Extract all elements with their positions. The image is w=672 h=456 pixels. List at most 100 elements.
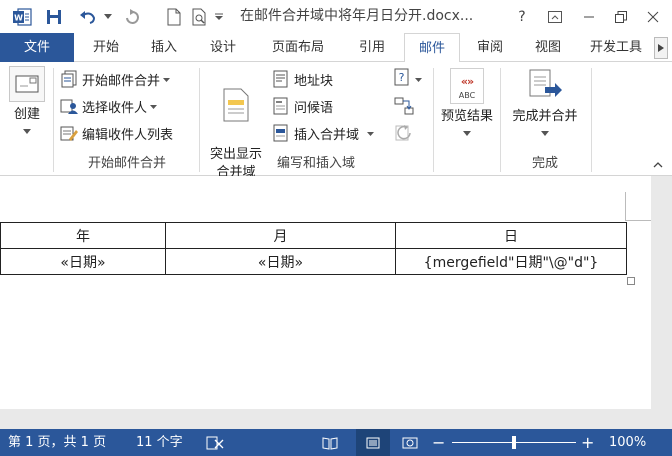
new-document-icon[interactable] xyxy=(162,0,186,33)
merge-field-cell[interactable]: {mergefield"日期"\@"d"} xyxy=(395,248,627,275)
insert-merge-field-button[interactable]: 插入合并域 xyxy=(272,122,375,144)
zoom-slider-thumb[interactable] xyxy=(512,436,516,449)
zoom-out-icon[interactable]: − xyxy=(432,429,445,456)
tab-developer[interactable]: 开发工具 xyxy=(580,33,652,62)
merge-field-cell[interactable]: «日期» xyxy=(0,248,166,275)
document-page[interactable]: 年 月 日 «日期» «日期» {mergefield"日期"\@"d"} xyxy=(0,176,651,409)
tab-insert[interactable]: 插入 xyxy=(138,33,190,62)
title-bar: W 在邮件合并域中将年月日分开.docx... ? xyxy=(0,0,672,33)
tab-references[interactable]: 引用 xyxy=(346,33,398,62)
select-recipients-button[interactable]: 选择收件人 xyxy=(60,95,158,117)
table-header-cell[interactable]: 日 xyxy=(395,222,627,249)
select-recipients-label: 选择收件人 xyxy=(82,100,148,116)
group-separator xyxy=(591,68,592,172)
update-labels-icon xyxy=(394,125,414,146)
tab-review[interactable]: 审阅 xyxy=(464,33,516,62)
match-fields-button[interactable] xyxy=(394,97,416,115)
match-fields-icon xyxy=(394,97,414,119)
help-button[interactable]: ? xyxy=(508,0,536,33)
close-icon[interactable] xyxy=(638,0,668,33)
zoom-level[interactable]: 100% xyxy=(609,429,646,456)
tabs-scroll-right-icon[interactable] xyxy=(654,37,668,59)
address-block-button[interactable]: 地址块 xyxy=(272,68,333,90)
tab-layout[interactable]: 页面布局 xyxy=(258,33,338,62)
word-count[interactable]: 11 个字 xyxy=(136,429,183,456)
restore-icon[interactable] xyxy=(606,0,636,33)
finish-merge-icon xyxy=(525,68,565,104)
ribbon-tabs: 文件 开始 插入 设计 页面布局 引用 邮件 审阅 视图 开发工具 xyxy=(0,33,672,63)
chevron-down-icon xyxy=(415,72,422,87)
merge-field-icon xyxy=(272,124,290,142)
ribbon-mailings: 创建 开始邮件合并 选择收件人 编辑收件人列表 开始邮件合并 突出显示 合并域 … xyxy=(0,62,672,180)
envelope-icon xyxy=(9,66,45,102)
minimize-icon[interactable] xyxy=(574,0,604,33)
chevron-down-icon xyxy=(367,126,375,141)
undo-icon[interactable] xyxy=(74,0,102,33)
edit-recipients-label: 编辑收件人列表 xyxy=(82,127,174,143)
merge-field-cell[interactable]: «日期» xyxy=(165,248,396,275)
table-row: «日期» «日期» {mergefield"日期"\@"d"} xyxy=(0,248,627,275)
chevron-down-icon xyxy=(150,99,158,114)
tab-view[interactable]: 视图 xyxy=(522,33,574,62)
group-label-finish: 完成 xyxy=(531,156,558,171)
svg-text:?: ? xyxy=(399,71,405,84)
customize-qat-icon[interactable] xyxy=(212,0,226,33)
preview-results-button[interactable]: «» ABC 预览结果 xyxy=(436,68,498,140)
greeting-line-label: 问候语 xyxy=(294,100,334,116)
edit-list-icon xyxy=(60,124,78,142)
save-icon[interactable] xyxy=(42,0,66,33)
page-count[interactable]: 第 1 页，共 1 页 xyxy=(8,429,106,456)
web-layout-icon[interactable] xyxy=(402,429,418,456)
svg-text:W: W xyxy=(14,13,23,22)
print-layout-icon[interactable] xyxy=(356,429,390,456)
read-mode-icon[interactable] xyxy=(322,429,338,456)
print-preview-icon[interactable] xyxy=(188,0,212,33)
window-title: 在邮件合并域中将年月日分开.docx... xyxy=(240,8,474,24)
group-separator xyxy=(433,68,434,172)
margin-marker xyxy=(625,220,651,221)
create-dropdown-icon xyxy=(4,124,50,138)
greeting-line-icon xyxy=(272,97,290,115)
tab-home[interactable]: 开始 xyxy=(80,33,132,62)
collapse-ribbon-icon[interactable] xyxy=(650,158,666,172)
address-block-label: 地址块 xyxy=(294,73,334,89)
group-label-write-insert: 编写和插入域 xyxy=(276,156,355,171)
table-header-cell[interactable]: 年 xyxy=(0,222,166,249)
chevron-down-icon xyxy=(504,126,586,140)
insert-merge-field-label: 插入合并域 xyxy=(294,127,360,143)
margin-marker xyxy=(625,192,626,220)
undo-dropdown-icon[interactable] xyxy=(102,0,114,33)
ribbon-display-options-icon[interactable] xyxy=(540,0,570,33)
update-labels-button[interactable] xyxy=(394,124,416,142)
status-bar: 第 1 页，共 1 页 11 个字 − + 100% xyxy=(0,429,672,456)
finish-merge-button[interactable]: 完成并合并 xyxy=(504,68,586,140)
tab-design[interactable]: 设计 xyxy=(196,33,250,62)
table-header-cell[interactable]: 月 xyxy=(165,222,396,249)
tab-mailings[interactable]: 邮件 xyxy=(404,33,460,63)
create-button[interactable]: 创建 xyxy=(4,66,50,138)
group-separator xyxy=(53,68,54,172)
rules-button[interactable]: ? xyxy=(394,68,424,90)
greeting-line-button[interactable]: 问候语 xyxy=(272,95,333,117)
address-block-icon xyxy=(272,70,290,88)
start-mail-merge-button[interactable]: 开始邮件合并 xyxy=(60,68,171,90)
proofing-icon[interactable] xyxy=(206,429,224,456)
highlight-fields-icon xyxy=(221,86,251,124)
chevron-down-icon xyxy=(163,72,171,87)
recipients-icon xyxy=(60,97,78,115)
start-mail-merge-label: 开始邮件合并 xyxy=(82,73,161,89)
group-label-start-merge: 开始邮件合并 xyxy=(87,156,166,171)
word-logo-icon[interactable]: W xyxy=(10,0,34,33)
redo-icon[interactable] xyxy=(120,0,144,33)
rules-icon: ? xyxy=(394,68,412,90)
chevron-down-icon xyxy=(436,126,498,140)
preview-abc-icon: «» ABC xyxy=(450,68,484,104)
zoom-in-icon[interactable]: + xyxy=(581,429,594,456)
tab-file[interactable]: 文件 xyxy=(0,33,74,62)
edit-recipients-button[interactable]: 编辑收件人列表 xyxy=(60,122,173,144)
table-row: 年 月 日 xyxy=(0,222,627,249)
document-area: 年 月 日 «日期» «日期» {mergefield"日期"\@"d"} xyxy=(0,176,672,429)
table-resize-handle[interactable] xyxy=(627,277,635,285)
document-merge-icon xyxy=(60,70,78,88)
preview-results-label: 预览结果 xyxy=(440,109,493,124)
